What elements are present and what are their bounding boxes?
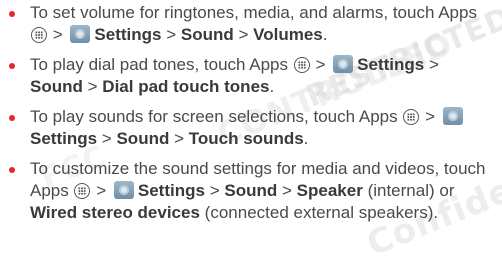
item-text: To play sounds for screen selections, to… (30, 107, 398, 126)
settings-icon (333, 55, 354, 73)
item-text: To play dial pad tones, touch Apps (30, 55, 289, 74)
target-label: Dial pad touch tones (102, 77, 270, 96)
apps-icon (403, 109, 420, 125)
sound-label: Sound (30, 77, 83, 96)
apps-icon (293, 57, 310, 73)
sound-label: Sound (116, 129, 170, 148)
apps-icon (74, 183, 91, 199)
target-label: Speaker (296, 181, 363, 200)
item-suffix: (connected external speakers). (204, 203, 439, 222)
separator: > (52, 25, 63, 44)
separator: > (315, 55, 326, 74)
separator: > (166, 25, 177, 44)
separator: > (425, 107, 436, 126)
target-label: Volumes (253, 25, 323, 44)
item-suffix: . (303, 129, 309, 148)
apps-icon (31, 27, 47, 43)
instruction-list: To set volume for ringtones, media, and … (0, 2, 502, 232)
separator: > (174, 129, 185, 148)
settings-icon (70, 25, 91, 43)
list-item: To set volume for ringtones, media, and … (0, 2, 502, 46)
target-label-2: Wired stereo devices (30, 203, 200, 222)
settings-icon (113, 181, 134, 199)
separator: > (209, 181, 220, 200)
separator: > (96, 181, 107, 200)
item-suffix: . (322, 25, 328, 44)
settings-label: Settings (94, 25, 162, 44)
separator: > (281, 181, 292, 200)
item-suffix: . (269, 77, 275, 96)
separator: > (238, 25, 249, 44)
bullet-icon (9, 167, 15, 173)
target-note: (internal) or (367, 181, 455, 200)
sound-label: Sound (180, 25, 234, 44)
settings-label: Settings (30, 129, 98, 148)
settings-icon (442, 107, 463, 125)
settings-label: Settings (357, 55, 425, 74)
target-label: Touch sounds (188, 129, 304, 148)
bullet-icon (9, 115, 15, 121)
bullet-icon (9, 11, 15, 17)
bullet-icon (9, 63, 15, 69)
separator: > (87, 77, 98, 96)
list-item: To play sounds for screen selections, to… (0, 106, 502, 150)
list-item: To customize the sound settings for medi… (0, 158, 502, 224)
item-text: To set volume for ringtones, media, and … (30, 3, 477, 22)
separator: > (101, 129, 112, 148)
settings-label: Settings (137, 181, 205, 200)
list-item: To play dial pad tones, touch Apps > Set… (0, 54, 502, 98)
separator: > (428, 55, 439, 74)
sound-label: Sound (224, 181, 278, 200)
